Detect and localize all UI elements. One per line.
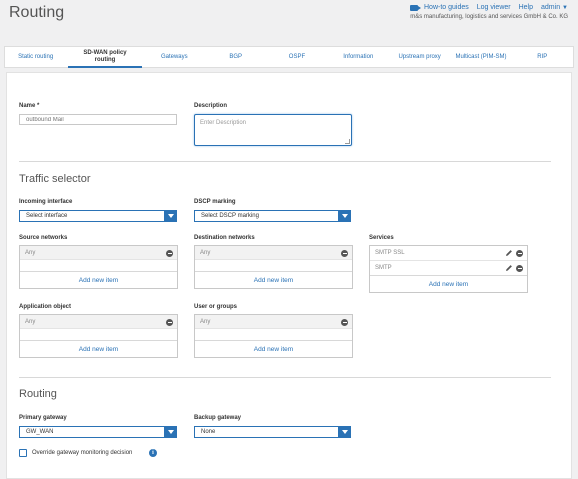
backup-gateway-label: Backup gateway: [194, 415, 242, 421]
chevron-down-icon: ▼: [562, 5, 568, 11]
tab-bar: Static routing SD-WAN policy routing Gat…: [4, 46, 574, 68]
user-groups-label: User or groups: [194, 304, 238, 310]
chevron-down-icon: [164, 426, 177, 438]
primary-gateway-select[interactable]: GW_WAN: [19, 426, 177, 438]
destination-networks-list: Any Add new item: [194, 245, 353, 289]
override-monitoring-checkbox[interactable]: [19, 449, 27, 457]
tab-rip[interactable]: RIP: [512, 47, 573, 67]
dscp-marking-value: Select DSCP marking: [201, 213, 259, 219]
remove-icon[interactable]: [341, 250, 348, 257]
video-icon: [410, 4, 421, 11]
destination-networks-label: Destination networks: [194, 235, 255, 241]
list-item[interactable]: Any: [20, 315, 177, 329]
list-item-label: Any: [200, 249, 211, 256]
divider: [19, 377, 551, 378]
tab-static-routing[interactable]: Static routing: [5, 47, 66, 67]
add-new-item-button[interactable]: Add new item: [20, 271, 177, 288]
list-item-label: Any: [200, 318, 211, 325]
backup-gateway-select[interactable]: None: [194, 426, 351, 438]
tab-ospf[interactable]: OSPF: [266, 47, 327, 67]
name-input[interactable]: [19, 114, 177, 125]
add-new-item-button[interactable]: Add new item: [195, 340, 352, 357]
tab-bgp[interactable]: BGP: [205, 47, 266, 67]
add-new-item-button[interactable]: Add new item: [195, 271, 352, 288]
services-list: SMTP SSL SMTP Add new item: [369, 245, 528, 293]
application-object-list: Any Add new item: [19, 314, 178, 358]
chevron-down-icon: [338, 426, 351, 438]
howto-link[interactable]: How-to guides: [410, 4, 469, 11]
log-viewer-link[interactable]: Log viewer: [477, 4, 511, 11]
incoming-interface-label: Incoming interface: [19, 199, 73, 205]
source-networks-list: Any Add new item: [19, 245, 178, 289]
list-item[interactable]: SMTP SSL: [370, 246, 527, 261]
add-new-item-button[interactable]: Add new item: [20, 340, 177, 357]
application-object-label: Application object: [19, 304, 72, 310]
tab-upstream-proxy[interactable]: Upstream proxy: [389, 47, 450, 67]
chevron-down-icon: [164, 210, 177, 222]
list-item[interactable]: Any: [20, 246, 177, 260]
name-label: Name *: [19, 103, 40, 109]
list-item[interactable]: Any: [195, 315, 352, 329]
page-title: Routing: [9, 4, 65, 21]
edit-icon[interactable]: [505, 264, 513, 272]
dscp-marking-label: DSCP marking: [194, 199, 236, 205]
form-panel: Name * Description Enter Description Tra…: [6, 72, 572, 479]
list-item[interactable]: SMTP: [370, 261, 527, 276]
remove-icon[interactable]: [166, 250, 173, 257]
services-label: Services: [369, 235, 394, 241]
source-networks-label: Source networks: [19, 235, 68, 241]
list-item-label: Any: [25, 249, 36, 256]
howto-label: How-to guides: [424, 4, 469, 11]
tab-information[interactable]: Information: [328, 47, 389, 67]
resize-handle-icon[interactable]: [345, 139, 350, 144]
backup-gateway-value: None: [201, 429, 216, 435]
routing-title: Routing: [19, 388, 57, 400]
divider: [19, 161, 551, 162]
admin-menu[interactable]: admin ▼: [541, 4, 568, 11]
primary-gateway-label: Primary gateway: [19, 415, 67, 421]
info-icon[interactable]: i: [149, 449, 157, 457]
top-links: How-to guides Log viewer Help admin ▼: [410, 4, 568, 11]
remove-icon[interactable]: [516, 265, 523, 272]
company-name: m&s manufacturing, logistics and service…: [410, 14, 568, 20]
remove-icon[interactable]: [516, 250, 523, 257]
list-item-label: SMTP: [375, 265, 392, 271]
description-input[interactable]: Enter Description: [194, 114, 352, 146]
primary-gateway-value: GW_WAN: [26, 429, 54, 435]
remove-icon[interactable]: [341, 319, 348, 326]
admin-label: admin: [541, 4, 561, 11]
user-groups-list: Any Add new item: [194, 314, 353, 358]
add-new-item-button[interactable]: Add new item: [370, 275, 527, 292]
override-monitoring-label[interactable]: Override gateway monitoring decision: [32, 450, 132, 456]
help-link[interactable]: Help: [519, 4, 533, 11]
list-item[interactable]: Any: [195, 246, 352, 260]
dscp-marking-select[interactable]: Select DSCP marking: [194, 210, 351, 222]
incoming-interface-select[interactable]: Select interface: [19, 210, 177, 222]
chevron-down-icon: [338, 210, 351, 222]
traffic-selector-title: Traffic selector: [19, 173, 91, 185]
tab-sd-wan-policy-routing[interactable]: SD-WAN policy routing: [66, 47, 143, 68]
incoming-interface-value: Select interface: [26, 213, 68, 219]
tab-gateways[interactable]: Gateways: [144, 47, 205, 67]
description-label: Description: [194, 103, 228, 109]
list-item-label: Any: [25, 318, 36, 325]
list-item-label: SMTP SSL: [375, 250, 405, 256]
edit-icon[interactable]: [505, 249, 513, 257]
tab-multicast[interactable]: Multicast (PIM-SM): [450, 47, 511, 67]
remove-icon[interactable]: [166, 319, 173, 326]
description-placeholder: Enter Description: [200, 120, 247, 126]
